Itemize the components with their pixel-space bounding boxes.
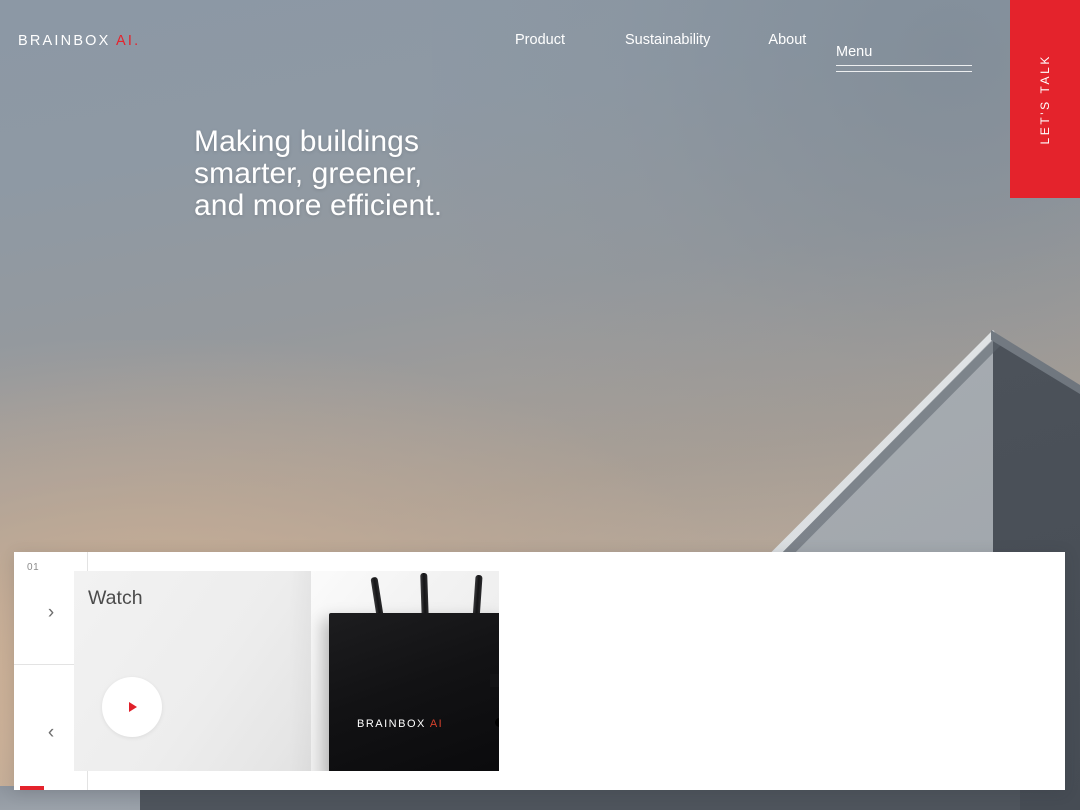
hero-headline-line-1: Making buildings xyxy=(194,125,420,158)
device-brand-logo: BRAINBOX AI xyxy=(357,718,443,730)
hamburger-bar-bottom-icon xyxy=(836,71,972,72)
carousel-progress-track[interactable] xyxy=(14,786,1065,790)
device-side-connector xyxy=(490,674,499,687)
lets-talk-tab[interactable]: LET'S TALK xyxy=(1010,0,1080,198)
device-brand-suffix: AI xyxy=(429,718,444,730)
hero-headline-line-3: and more efficient. xyxy=(194,189,443,222)
nav-item-product[interactable]: Product xyxy=(515,32,565,48)
main-navigation: Product Sustainability About xyxy=(505,32,806,48)
hero-headline-line-2: smarter, greener, xyxy=(194,157,423,190)
device-brand-name: BRAINBOX xyxy=(357,718,426,730)
menu-button-label: Menu xyxy=(836,44,873,60)
device-product-photo: BRAINBOX AI xyxy=(311,571,499,771)
carousel-card-body: Your building’s energy optimisation begi… xyxy=(74,552,1065,790)
page-root: LET'S TALK BRAINBOX AI. Product Sustaina… xyxy=(0,0,1080,810)
device-body: BRAINBOX AI xyxy=(329,613,499,771)
play-icon xyxy=(129,702,137,712)
brand-logo-name: BRAINBOX xyxy=(18,33,111,49)
hamburger-bar-top-icon xyxy=(836,65,972,66)
foreground-slab-dark xyxy=(140,788,1020,810)
nav-item-about[interactable]: About xyxy=(768,32,806,48)
brand-logo[interactable]: BRAINBOX AI. xyxy=(18,33,140,49)
watch-video-panel[interactable]: Watch BRAINBOX AI xyxy=(74,571,499,771)
device-port-icon xyxy=(495,718,499,727)
carousel-card: 01 › ‹ Your building’s energy optimisati… xyxy=(14,552,1065,790)
nav-item-sustainability[interactable]: Sustainability xyxy=(625,32,710,48)
brand-logo-suffix: AI. xyxy=(115,33,141,49)
lets-talk-label: LET'S TALK xyxy=(1038,53,1052,145)
play-button[interactable] xyxy=(102,677,162,737)
watch-label: Watch xyxy=(88,587,143,609)
hero-headline: Making buildings smarter, greener, and m… xyxy=(194,126,442,222)
menu-button[interactable]: Menu xyxy=(836,44,972,72)
carousel-progress-fill xyxy=(20,786,44,790)
carousel-slide-index: 01 xyxy=(27,562,40,573)
